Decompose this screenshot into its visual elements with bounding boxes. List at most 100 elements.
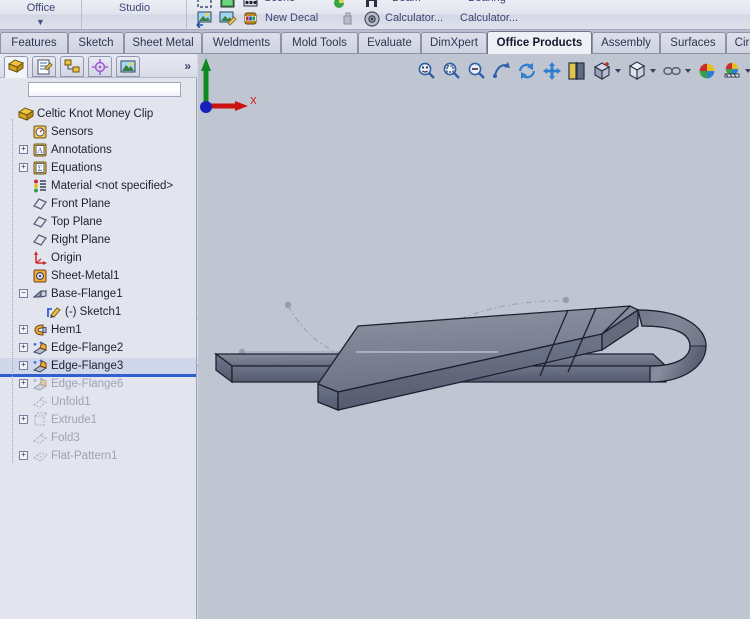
- tree-item-edge-flange2[interactable]: + Edge-Flange2: [0, 339, 196, 357]
- tree-item-edge-flange6[interactable]: + Edge-Flange6: [0, 375, 196, 393]
- beam-calculator-icon[interactable]: [363, 0, 381, 12]
- money-clip-model[interactable]: Y X: [198, 54, 750, 619]
- tree-item-sketch1[interactable]: (-) Sketch1: [0, 303, 196, 321]
- command-tab-assembly[interactable]: Assembly: [592, 32, 660, 53]
- origin-icon: [32, 250, 48, 266]
- office-dropdown-chevron-icon[interactable]: ▼: [36, 18, 45, 27]
- property-manager-tab[interactable]: [32, 56, 56, 77]
- feature-tree[interactable]: Celtic Knot Money Clip Sensors + A Annotatio…: [0, 104, 196, 619]
- copy-appearance-icon[interactable]: [340, 10, 358, 28]
- plane-icon: [32, 214, 48, 230]
- command-tab-weldments[interactable]: Weldments: [202, 32, 281, 53]
- tree-item-material-not-specified[interactable]: Material <not specified>: [0, 177, 196, 195]
- baseflange-icon: [32, 286, 48, 302]
- command-tab-surfaces[interactable]: Surfaces: [660, 32, 726, 53]
- tree-item-equations[interactable]: + Σ Equations: [0, 159, 196, 177]
- bearing-calculator-label[interactable]: Calculator...: [460, 12, 518, 24]
- command-tab-sheet-metal[interactable]: Sheet Metal: [124, 32, 202, 53]
- expand-plus-icon[interactable]: +: [19, 325, 28, 334]
- ribbon-group-office: Office ▼: [0, 0, 82, 29]
- command-tab-cir[interactable]: Cir: [726, 32, 750, 53]
- tree-item-unfold1[interactable]: Unfold1: [0, 393, 196, 411]
- feature-manager-panel: » Celtic Knot Money Clip Sensors + A Annotat…: [0, 54, 197, 619]
- command-tab-mold-tools[interactable]: Mold Tools: [281, 32, 358, 53]
- command-tab-label: Features: [11, 37, 57, 49]
- triad-y-label: Y: [203, 54, 210, 56]
- tree-item-label: Origin: [51, 252, 82, 264]
- decal-jar-icon[interactable]: [242, 10, 260, 28]
- tree-item-sensors[interactable]: Sensors: [0, 123, 196, 141]
- expand-plus-icon[interactable]: +: [19, 343, 28, 352]
- search-input[interactable]: [28, 82, 181, 100]
- tree-item-sheet-metal1[interactable]: Sheet-Metal1: [0, 267, 196, 285]
- tree-item-label: Fold3: [51, 432, 80, 444]
- command-tab-label: Sketch: [78, 37, 114, 49]
- flatpattern-icon: [32, 448, 49, 464]
- feature-manager-tab[interactable]: [4, 56, 28, 78]
- command-tab-label: Cir: [734, 37, 750, 49]
- command-tab-office-products[interactable]: Office Products: [487, 31, 592, 54]
- expand-plus-icon[interactable]: +: [19, 451, 28, 460]
- expand-plus-icon[interactable]: +: [19, 361, 28, 370]
- studio-label: Studio: [118, 2, 151, 14]
- svg-text:A: A: [37, 146, 43, 155]
- display-image-icon: [119, 58, 137, 81]
- tree-item-label: Edge-Flange6: [51, 378, 124, 390]
- tree-item-annotations[interactable]: + A Annotations: [0, 141, 196, 159]
- sensors-icon: [32, 124, 48, 140]
- command-tab-evaluate[interactable]: Evaluate: [358, 32, 421, 53]
- configuration-tab[interactable]: [60, 56, 84, 77]
- tree-item-origin[interactable]: Origin: [0, 249, 196, 267]
- annotations-icon: A: [32, 142, 48, 158]
- edgeflange-icon: [32, 340, 48, 356]
- render-sphere-icon[interactable]: [331, 0, 349, 12]
- edgeflange-icon: [32, 358, 48, 374]
- office-label: Office: [26, 2, 56, 14]
- tree-item-extrude1[interactable]: + Extrude1: [0, 411, 196, 429]
- feature-tree-icon: [7, 58, 25, 81]
- tree-item-label: Equations: [51, 162, 103, 174]
- edit-appearance-icon[interactable]: [219, 10, 237, 28]
- display-manager-tab[interactable]: [116, 56, 140, 77]
- new-decal-label[interactable]: New Decal: [265, 12, 318, 24]
- graphics-area[interactable]: Y X: [198, 54, 750, 619]
- tree-item-right-plane[interactable]: Right Plane: [0, 231, 196, 249]
- tree-item-label: Celtic Knot Money Clip: [37, 108, 154, 120]
- expand-plus-icon[interactable]: +: [19, 163, 28, 172]
- expand-plus-icon[interactable]: +: [19, 145, 28, 154]
- expand-plus-icon[interactable]: +: [19, 379, 28, 388]
- bearing-label: Bearing: [468, 0, 506, 4]
- plane-icon: [32, 232, 48, 248]
- tree-item-label: Annotations: [51, 144, 112, 156]
- search-field[interactable]: [29, 86, 180, 100]
- part-icon: [17, 106, 35, 122]
- tree-item-label: Base-Flange1: [51, 288, 123, 300]
- collapse-minus-icon[interactable]: −: [19, 289, 28, 298]
- triad-x-label: X: [250, 96, 257, 107]
- tree-item-label: Sensors: [51, 126, 94, 138]
- add-appearance-icon[interactable]: [196, 10, 214, 29]
- tree-item-label: Material <not specified>: [51, 180, 174, 192]
- tree-item-label: Hem1: [51, 324, 82, 336]
- tree-item-hem1[interactable]: + Hem1: [0, 321, 196, 339]
- command-tab-dimxpert[interactable]: DimXpert: [421, 32, 487, 53]
- tree-item-top-plane[interactable]: Top Plane: [0, 213, 196, 231]
- tree-item-edge-flange3[interactable]: + Edge-Flange3: [0, 357, 196, 375]
- model-viewport[interactable]: Y X: [198, 54, 750, 619]
- command-tab-features[interactable]: Features: [0, 32, 68, 53]
- tree-item-celtic-knot-money-clip[interactable]: Celtic Knot Money Clip: [0, 105, 196, 123]
- command-tab-sketch[interactable]: Sketch: [68, 32, 124, 53]
- tree-item-label: Sheet-Metal1: [51, 270, 120, 282]
- expand-plus-icon[interactable]: +: [19, 415, 28, 424]
- tree-item-front-plane[interactable]: Front Plane: [0, 195, 196, 213]
- beam-calculator-label[interactable]: Calculator...: [385, 12, 443, 24]
- panel-expand-chevron-icon[interactable]: »: [184, 59, 191, 73]
- tree-item-flat-pattern1[interactable]: + Flat-Pattern1: [0, 447, 196, 465]
- svg-text:Σ: Σ: [38, 164, 43, 173]
- bearing-calculator-icon[interactable]: [363, 10, 381, 28]
- tree-item-base-flange1[interactable]: − Base-Flange1: [0, 285, 196, 303]
- sketch-icon: [46, 304, 62, 320]
- tree-item-fold3[interactable]: Fold3: [0, 429, 196, 447]
- scene-text: Scene: [264, 0, 295, 4]
- dimxpert-tab[interactable]: [88, 56, 112, 77]
